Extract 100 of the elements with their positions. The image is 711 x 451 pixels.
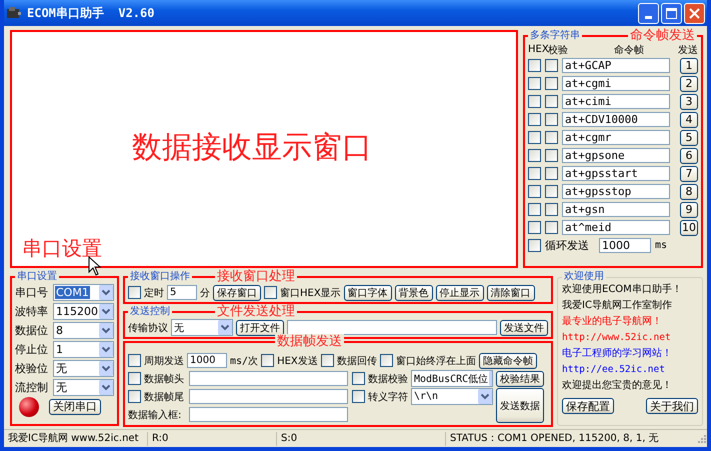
welcome-button[interactable]: 保存配置 [562, 398, 614, 414]
file-path-field[interactable] [287, 320, 497, 335]
checkbox[interactable] [528, 131, 541, 144]
command-field[interactable]: at+CDV10000 [562, 112, 670, 127]
send-button[interactable]: 6 [680, 148, 698, 164]
checkbox[interactable] [545, 59, 558, 72]
checkbox-label: 窗口始终浮在上面 [396, 354, 476, 368]
checkbox[interactable] [545, 185, 558, 198]
field-label: 传输协议 [128, 322, 168, 334]
dropdown[interactable]: 无 [53, 360, 114, 377]
checkbox[interactable] [545, 131, 558, 144]
checkbox[interactable] [545, 113, 558, 126]
checkbox-label: 数据帧尾 [144, 390, 185, 404]
checkbox[interactable] [128, 286, 141, 299]
link[interactable]: http://ee.52ic.net [562, 363, 698, 377]
dropdown[interactable]: 无 [171, 319, 233, 336]
checkbox[interactable] [528, 239, 541, 252]
command-field[interactable]: at+cimi [562, 94, 670, 109]
send-button[interactable]: 1 [680, 58, 698, 74]
send-button[interactable]: 10 [680, 220, 698, 236]
chevron-down-icon [99, 380, 113, 395]
checkbox[interactable] [352, 390, 365, 403]
checkbox[interactable] [545, 149, 558, 162]
group-title: 串口设置 [16, 271, 58, 283]
checkbox-label: HEX发送 [277, 354, 318, 368]
command-field[interactable]: at+cgmi [562, 76, 670, 91]
toolbar-button[interactable]: 清除窗口 [486, 284, 535, 300]
welcome-button[interactable]: 关于我们 [646, 398, 698, 414]
checkbox[interactable] [545, 77, 558, 90]
period-field[interactable]: 1000 [187, 353, 227, 368]
maximize-button[interactable] [661, 2, 682, 24]
command-field[interactable]: at+gpsstart [562, 166, 670, 181]
close-port-button[interactable]: 关闭串口 [49, 398, 101, 414]
checkbox[interactable] [545, 95, 558, 108]
dropdown[interactable]: \r\n [411, 388, 493, 405]
command-field[interactable]: at+gpsone [562, 148, 670, 163]
toolbar-button[interactable]: 停止显示 [436, 284, 484, 300]
checkbox[interactable] [528, 185, 541, 198]
app-icon [6, 6, 22, 20]
field-label: 波特率 [15, 304, 49, 319]
send-button[interactable]: 3 [680, 94, 698, 110]
open-file-button[interactable]: 打开文件 [236, 320, 284, 336]
checkbox[interactable] [528, 221, 541, 234]
dropdown[interactable]: COM1 [53, 284, 114, 301]
toolbar-button[interactable]: 窗口字体 [344, 284, 392, 300]
frame-header-field[interactable] [189, 371, 348, 386]
checkbox[interactable] [545, 167, 558, 180]
command-field[interactable]: at+gpsstop [562, 184, 670, 199]
toolbar-button[interactable]: 保存窗口 [213, 284, 261, 300]
send-file-button[interactable]: 发送文件 [500, 320, 548, 336]
frame-trailer-field[interactable] [189, 389, 348, 404]
hide-commands-button[interactable]: 隐藏命令帧 [478, 352, 537, 368]
checkbox-label: 数据帧头 [144, 372, 185, 386]
checkbox[interactable] [528, 113, 541, 126]
checkbox[interactable] [528, 77, 541, 90]
send-button[interactable]: 7 [680, 166, 698, 182]
checkbox[interactable] [264, 286, 277, 299]
dropdown[interactable]: 无 [53, 379, 114, 396]
send-button[interactable]: 4 [680, 112, 698, 128]
toolbar-button[interactable]: 背景色 [394, 284, 433, 300]
send-button[interactable]: 5 [680, 130, 698, 146]
checkbox[interactable] [128, 390, 141, 403]
checkbox[interactable] [528, 203, 541, 216]
welcome-text: 欢迎提出您宝贵的意见！ [562, 379, 673, 393]
send-button[interactable]: 9 [680, 202, 698, 218]
checkbox[interactable] [528, 167, 541, 180]
checkbox[interactable] [380, 354, 393, 367]
annotation-label: 接收窗口处理 [215, 269, 297, 284]
close-button[interactable] [684, 2, 705, 24]
checkbox[interactable] [320, 354, 334, 367]
checkbox[interactable] [545, 203, 558, 216]
send-button[interactable]: 2 [680, 76, 698, 92]
command-field[interactable]: at+cgmr [562, 130, 670, 145]
checkbox[interactable] [352, 372, 365, 385]
group-title: 欢迎使用 [563, 271, 605, 283]
data-input-field[interactable] [189, 407, 348, 422]
dropdown[interactable]: 1 [53, 341, 114, 358]
checkbox[interactable] [545, 221, 558, 234]
dropdown[interactable]: 115200 [53, 303, 114, 320]
timer-field[interactable]: 5 [167, 285, 197, 300]
checkbox[interactable] [128, 354, 141, 367]
dropdown[interactable]: 8 [53, 322, 114, 339]
checkbox[interactable] [261, 354, 274, 367]
send-button[interactable]: 8 [680, 184, 698, 200]
minimize-button[interactable] [638, 2, 659, 24]
checkbox[interactable] [128, 372, 141, 385]
status-bar-text: 我爱IC导航网 www.52ic.net [4, 432, 148, 446]
checkbox[interactable] [528, 95, 541, 108]
group-title: 多条字符串 [529, 30, 581, 42]
dropdown[interactable]: ModBusCRC低位 [411, 370, 493, 387]
checkbox[interactable] [528, 59, 541, 72]
checkbox[interactable] [528, 149, 541, 162]
interval-field[interactable]: 1000 [599, 238, 651, 253]
indicator-light [19, 396, 39, 416]
check-result-button[interactable]: 校验结果 [496, 370, 544, 386]
command-field[interactable]: at+gsn [562, 202, 670, 217]
command-field[interactable]: at^meid [562, 220, 670, 235]
command-field[interactable]: at+GCAP [562, 58, 670, 73]
send-data-button[interactable]: 发送数据 [496, 388, 544, 423]
welcome-text: 电子工程师的学习网站！ [562, 347, 673, 361]
